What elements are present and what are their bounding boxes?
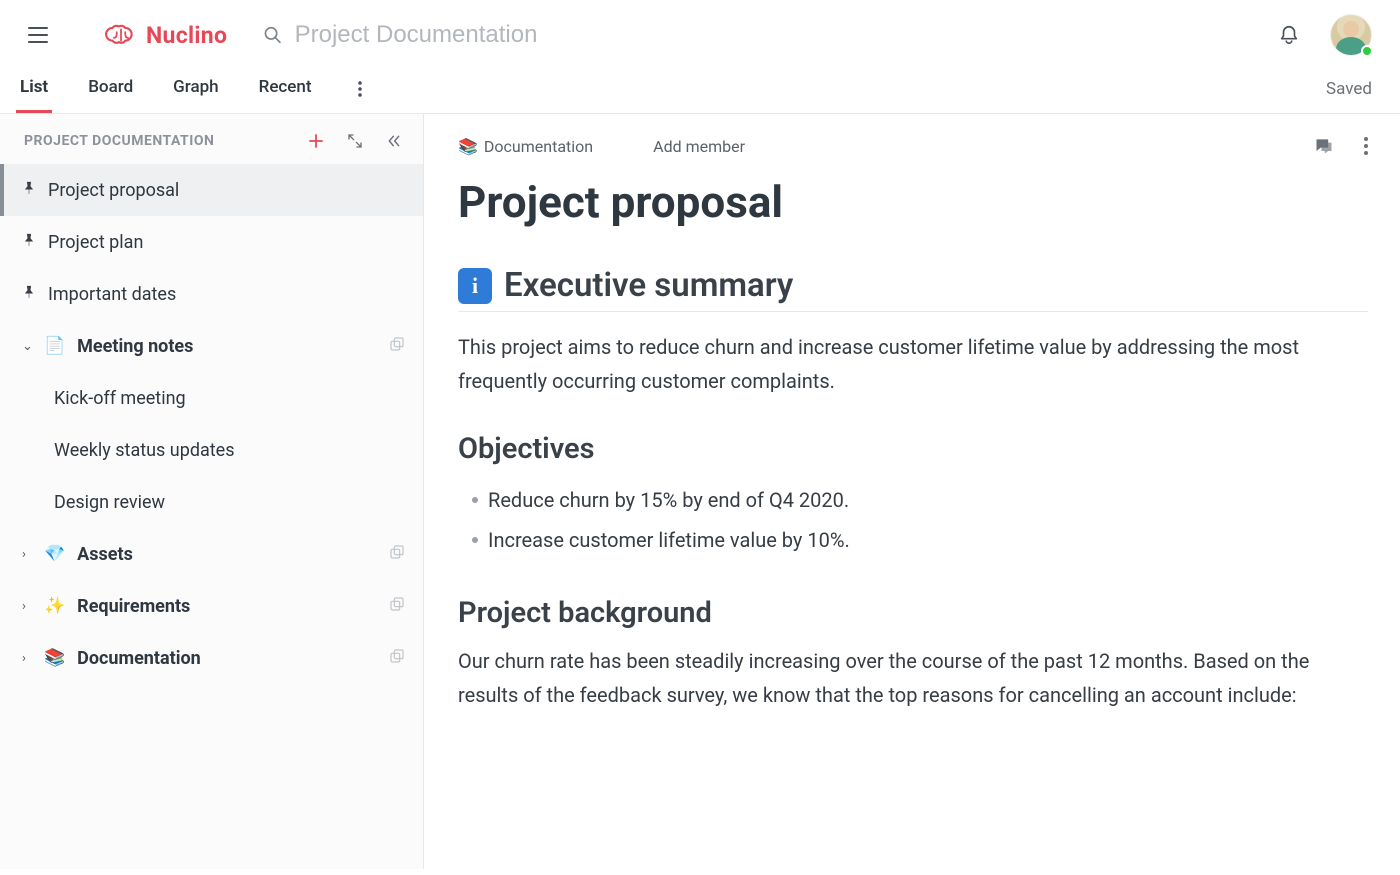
comments-icon xyxy=(1314,136,1334,156)
background-heading[interactable]: Project background xyxy=(458,596,1368,630)
books-icon: 📚 xyxy=(44,648,65,668)
sidebar-item-kick-off-meeting[interactable]: Kick-off meeting xyxy=(0,372,423,424)
search-bar xyxy=(263,21,1278,49)
sidebar-header: PROJECT DOCUMENTATION xyxy=(0,114,423,164)
sidebar-item-label: Design review xyxy=(54,492,405,513)
menu-toggle-button[interactable] xyxy=(28,21,56,49)
pin-icon xyxy=(22,284,36,300)
sidebar-item-label: Requirements xyxy=(77,596,377,617)
sidebar-item-label: Kick-off meeting xyxy=(54,388,405,409)
background-paragraph[interactable]: Our churn rate has been steadily increas… xyxy=(458,644,1358,712)
doc-icon: 📄 xyxy=(44,336,65,356)
objective-item[interactable]: Reduce churn by 15% by end of Q4 2020. xyxy=(458,480,1368,520)
page-more-button[interactable] xyxy=(1364,137,1368,155)
sidebar-item-label: Weekly status updates xyxy=(54,440,405,461)
user-avatar[interactable] xyxy=(1330,14,1372,56)
app-name: Nuclino xyxy=(146,22,227,49)
sidebar-item-label: Important dates xyxy=(48,284,405,305)
sidebar-item-label: Assets xyxy=(77,544,377,565)
view-more-button[interactable] xyxy=(348,77,372,101)
view-tab-recent[interactable]: Recent xyxy=(255,64,316,113)
sidebar-item-weekly-status-updates[interactable]: Weekly status updates xyxy=(0,424,423,476)
copy-icon xyxy=(389,336,405,352)
view-tab-board[interactable]: Board xyxy=(84,64,137,113)
chevron-icon: › xyxy=(22,547,32,562)
objectives-list[interactable]: Reduce churn by 15% by end of Q4 2020.In… xyxy=(458,480,1368,560)
chevron-icon: › xyxy=(22,651,32,666)
sidebar: PROJECT DOCUMENTATION Project proposalPr… xyxy=(0,114,424,869)
expand-icon xyxy=(347,133,363,149)
books-icon: 📚 xyxy=(458,137,478,156)
page-content: 📚 Documentation Add member xyxy=(424,114,1400,869)
sidebar-item-documentation[interactable]: › 📚 Documentation xyxy=(0,632,423,684)
view-tab-graph[interactable]: Graph xyxy=(169,64,222,113)
plus-icon xyxy=(307,132,325,150)
brain-icon xyxy=(104,22,138,48)
pin-icon xyxy=(22,180,36,196)
notifications-icon[interactable] xyxy=(1278,24,1300,46)
sidebar-item-requirements[interactable]: › ✨ Requirements xyxy=(0,580,423,632)
objective-item[interactable]: Increase customer lifetime value by 10%. xyxy=(458,520,1368,560)
search-icon xyxy=(263,25,282,45)
expand-sidebar-button[interactable] xyxy=(347,133,363,149)
sidebar-item-label: Project plan xyxy=(48,232,405,253)
objectives-heading[interactable]: Objectives xyxy=(458,432,1368,466)
sidebar-title: PROJECT DOCUMENTATION xyxy=(24,133,214,149)
sidebar-item-project-plan[interactable]: Project plan xyxy=(0,216,423,268)
top-right-actions xyxy=(1278,14,1372,56)
sidebar-item-important-dates[interactable]: Important dates xyxy=(0,268,423,320)
more-vertical-icon xyxy=(1364,137,1368,155)
more-vertical-icon xyxy=(358,81,362,97)
copy-icon xyxy=(389,648,405,664)
view-bar: List Board Graph Recent Saved xyxy=(0,64,1400,114)
sidebar-item-meeting-notes[interactable]: ⌄ 📄 Meeting notes xyxy=(0,320,423,372)
presence-indicator xyxy=(1361,45,1373,57)
info-icon: i xyxy=(458,268,492,304)
summary-paragraph[interactable]: This project aims to reduce churn and in… xyxy=(458,330,1358,398)
view-tab-list[interactable]: List xyxy=(16,64,52,113)
pin-icon xyxy=(22,232,36,248)
add-member-link[interactable]: Add member xyxy=(653,137,745,156)
chevron-icon: › xyxy=(22,599,32,614)
sidebar-item-assets[interactable]: › 💎 Assets xyxy=(0,528,423,580)
chevrons-left-icon xyxy=(385,133,403,149)
app-logo[interactable]: Nuclino xyxy=(104,22,227,49)
sparkle-icon: ✨ xyxy=(44,596,65,616)
view-tabs: List Board Graph Recent xyxy=(16,64,372,113)
new-item-button[interactable] xyxy=(307,132,325,150)
sidebar-item-label: Project proposal xyxy=(48,180,405,201)
copy-icon xyxy=(389,544,405,560)
executive-summary-heading[interactable]: i Executive summary xyxy=(458,266,1368,312)
sidebar-tree: Project proposal Project plan Important da… xyxy=(0,164,423,684)
save-status: Saved xyxy=(1326,79,1372,99)
chevron-icon: ⌄ xyxy=(22,339,32,354)
sidebar-item-design-review[interactable]: Design review xyxy=(0,476,423,528)
top-bar: Nuclino xyxy=(0,0,1400,70)
search-input[interactable] xyxy=(295,21,1278,49)
copy-icon xyxy=(389,596,405,612)
workspace: PROJECT DOCUMENTATION Project proposalPr… xyxy=(0,114,1400,869)
collapse-sidebar-button[interactable] xyxy=(385,133,403,149)
page-title[interactable]: Project proposal xyxy=(458,176,1368,228)
breadcrumb-item[interactable]: 📚 Documentation xyxy=(458,137,593,156)
sidebar-item-project-proposal[interactable]: Project proposal xyxy=(0,164,423,216)
comments-button[interactable] xyxy=(1314,136,1334,156)
breadcrumbs: 📚 Documentation Add member xyxy=(458,137,745,156)
sidebar-item-label: Meeting notes xyxy=(77,336,377,357)
gem-icon: 💎 xyxy=(44,544,65,564)
breadcrumb-label: Documentation xyxy=(484,137,593,156)
sidebar-item-label: Documentation xyxy=(77,648,377,669)
